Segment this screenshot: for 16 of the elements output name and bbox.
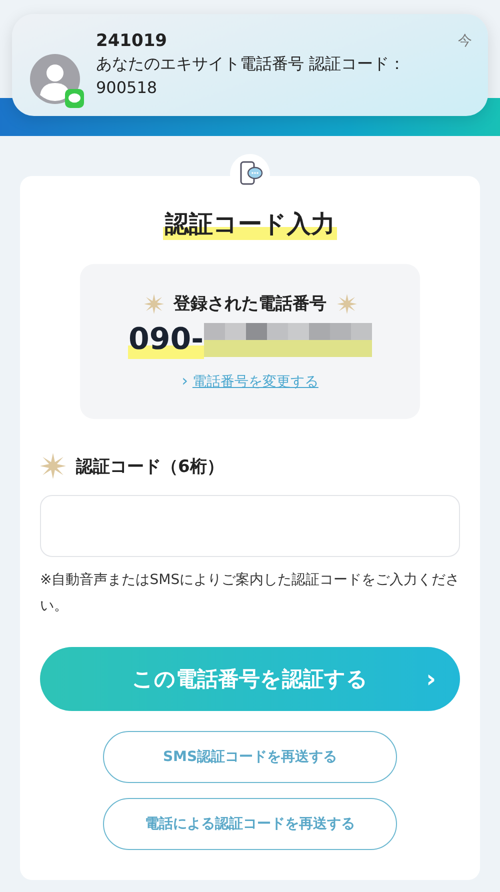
code-label: 認証コード（6桁）: [76, 456, 224, 478]
notification-card[interactable]: 241019 あなたのエキサイト電話番号 認証コード：900518 今: [12, 14, 488, 116]
avatar-icon: [30, 54, 86, 110]
resend-button[interactable]: SMS認証コードを再送する: [103, 731, 397, 783]
sparkle-icon: [144, 294, 164, 314]
change-number-link[interactable]: › 電話番号を変更する: [182, 371, 318, 391]
verify-button[interactable]: この電話番号を認証する ›: [40, 647, 460, 711]
note-text: ※自動音声またはSMSによりご案内した認証コードをご入力ください。: [40, 571, 460, 616]
notification-time: 今: [458, 32, 472, 50]
sparkle-icon: [336, 294, 356, 314]
sparkle-icon: [40, 453, 66, 479]
notification-sender: 241019: [96, 30, 168, 52]
phone-label: 登録された電話番号: [174, 293, 326, 315]
resend-button[interactable]: 電話による認証コードを再送する: [103, 798, 397, 850]
code-input-field[interactable]: [40, 495, 460, 557]
notification-message: あなたのエキサイト電話番号 認証コード：900518: [96, 53, 406, 99]
